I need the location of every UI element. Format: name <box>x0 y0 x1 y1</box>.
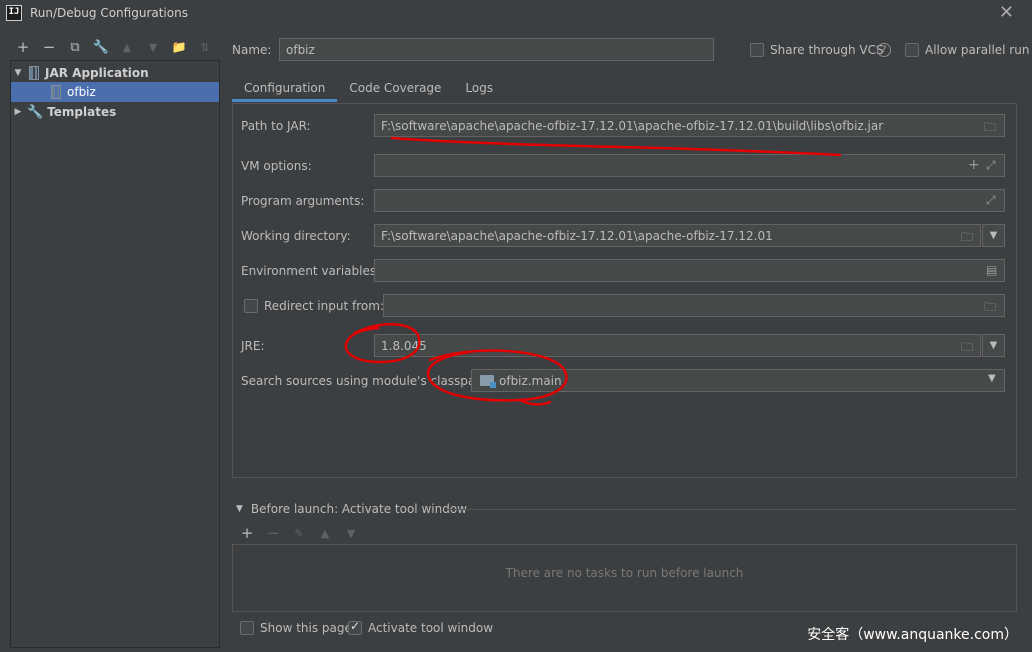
path-to-jar-input[interactable]: F:\software\apache\apache-ofbiz-17.12.01… <box>374 114 1005 137</box>
module-classpath-select[interactable]: ofbiz.main <box>471 369 1005 392</box>
tree-item-ofbiz[interactable]: ofbiz <box>11 82 219 102</box>
tab-code-coverage[interactable]: Code Coverage <box>337 74 453 102</box>
jar-application-icon <box>29 66 39 80</box>
add-configuration-button[interactable]: + <box>10 36 36 58</box>
jre-input[interactable]: 1.8.045 <box>374 334 981 357</box>
module-classpath-value: ofbiz.main <box>499 374 562 388</box>
section-divider <box>447 509 1017 510</box>
new-folder-button[interactable]: 📁 <box>166 36 192 58</box>
add-task-button[interactable]: + <box>234 524 260 542</box>
copy-configuration-button[interactable]: ⧉ <box>62 36 88 58</box>
redirect-input-checkbox[interactable] <box>244 299 258 313</box>
title-bar: IJ Run/Debug Configurations ✕ <box>0 0 1032 26</box>
move-down-button[interactable]: ▼ <box>140 36 166 58</box>
path-to-jar-value: F:\software\apache\apache-ofbiz-17.12.01… <box>381 119 884 133</box>
working-directory-value: F:\software\apache\apache-ofbiz-17.12.01… <box>381 229 773 243</box>
before-launch-tasks-list[interactable]: There are no tasks to run before launch <box>232 544 1017 612</box>
before-launch-header[interactable]: ▼ Before launch: Activate tool window <box>236 502 467 516</box>
remove-configuration-button[interactable]: − <box>36 36 62 58</box>
config-tabs: Configuration Code Coverage Logs <box>232 74 505 102</box>
jre-value: 1.8.045 <box>381 339 427 353</box>
expand-icon[interactable]: ⤢ <box>986 193 996 208</box>
sort-configurations-button[interactable]: ⇅ <box>192 36 218 58</box>
copy-icon: ⧉ <box>70 39 80 55</box>
browse-folder-icon[interactable]: 🗀 <box>961 338 973 359</box>
wrench-icon: 🔧 <box>27 104 44 120</box>
activate-tool-window-label: Activate tool window <box>368 621 494 635</box>
browse-folder-icon[interactable]: 🗀 <box>984 118 996 139</box>
browse-folder-icon[interactable]: 🗀 <box>984 298 996 319</box>
watermark: 安全客（www.anquanke.com） <box>807 627 1018 643</box>
remove-task-button[interactable]: − <box>260 524 286 542</box>
allow-parallel-label: Allow parallel run <box>925 43 1030 57</box>
working-directory-label: Working directory: <box>241 229 351 243</box>
share-vcs-checkbox[interactable] <box>750 43 764 57</box>
module-classpath-label: Search sources using module's classpath: <box>241 374 492 388</box>
move-up-button[interactable]: ▲ <box>114 36 140 58</box>
vm-options-label: VM options: <box>241 159 312 173</box>
tree-item-label: JAR Application <box>45 66 149 80</box>
module-icon <box>480 375 496 388</box>
environment-variables-label: Environment variables: <box>241 264 381 278</box>
working-directory-dropdown[interactable]: ▼ <box>982 224 1005 247</box>
jar-configuration-icon <box>51 85 61 99</box>
folder-add-icon: 📁 <box>171 40 187 54</box>
collapse-arrow-icon[interactable]: ▼ <box>236 504 243 514</box>
program-arguments-label: Program arguments: <box>241 194 365 208</box>
working-directory-input[interactable]: F:\software\apache\apache-ofbiz-17.12.01… <box>374 224 981 247</box>
tab-configuration[interactable]: Configuration <box>232 74 338 102</box>
show-page-label: Show this page <box>260 621 352 635</box>
share-vcs-label: Share through VCS <box>770 43 884 57</box>
environment-variables-input[interactable] <box>374 259 1005 282</box>
path-to-jar-label: Path to JAR: <box>241 119 311 133</box>
expand-arrow-icon[interactable]: ▼ <box>11 68 25 78</box>
edit-task-button[interactable]: ✎ <box>286 527 312 540</box>
collapse-arrow-icon[interactable]: ▶ <box>11 107 25 117</box>
tree-item-templates[interactable]: ▶ 🔧 Templates <box>11 102 219 122</box>
tree-item-label: Templates <box>47 105 117 119</box>
edit-defaults-button[interactable]: 🔧 <box>88 36 114 58</box>
name-label: Name: <box>232 43 272 57</box>
document-icon[interactable]: ▤ <box>986 263 997 277</box>
show-page-checkbox[interactable] <box>240 621 254 635</box>
redirect-input-label: Redirect input from: <box>264 299 384 313</box>
pencil-icon: ✎ <box>294 526 304 540</box>
chevron-down-icon[interactable]: ▼ <box>988 373 996 384</box>
config-toolbar: + − ⧉ 🔧 ▲ ▼ 📁 ⇅ <box>10 36 218 58</box>
vm-options-input[interactable] <box>374 154 1005 177</box>
add-icon[interactable]: + <box>968 157 980 173</box>
jre-label: JRE: <box>241 339 265 353</box>
move-task-up-button[interactable]: ▲ <box>312 527 338 540</box>
browse-folder-icon[interactable]: 🗀 <box>961 228 973 249</box>
wrench-icon: 🔧 <box>92 39 110 55</box>
empty-tasks-message: There are no tasks to run before launch <box>505 566 744 580</box>
before-launch-toolbar: + − ✎ ▲ ▼ <box>234 524 364 542</box>
program-arguments-input[interactable] <box>374 189 1005 212</box>
activate-tool-window-checkbox[interactable] <box>348 619 362 635</box>
allow-parallel-checkbox[interactable] <box>905 43 919 57</box>
tree-item-jar-application[interactable]: ▼ JAR Application <box>11 63 219 83</box>
move-task-down-button[interactable]: ▼ <box>338 527 364 540</box>
name-input[interactable]: ofbiz <box>279 38 714 61</box>
redirect-input-field[interactable] <box>383 294 1005 317</box>
before-launch-title: Before launch: Activate tool window <box>250 502 467 516</box>
expand-icon[interactable]: ⤢ <box>986 158 996 173</box>
configuration-tree[interactable]: ▼ JAR Application ofbiz ▶ 🔧 Templates <box>10 60 220 648</box>
jre-dropdown[interactable]: ▼ <box>982 334 1005 357</box>
tree-item-label: ofbiz <box>67 85 96 99</box>
help-icon[interactable]: ? <box>877 43 891 57</box>
close-button[interactable]: ✕ <box>999 2 1014 23</box>
intellij-app-icon: IJ <box>6 5 22 21</box>
tab-logs[interactable]: Logs <box>453 74 505 102</box>
window-title: Run/Debug Configurations <box>30 6 188 20</box>
